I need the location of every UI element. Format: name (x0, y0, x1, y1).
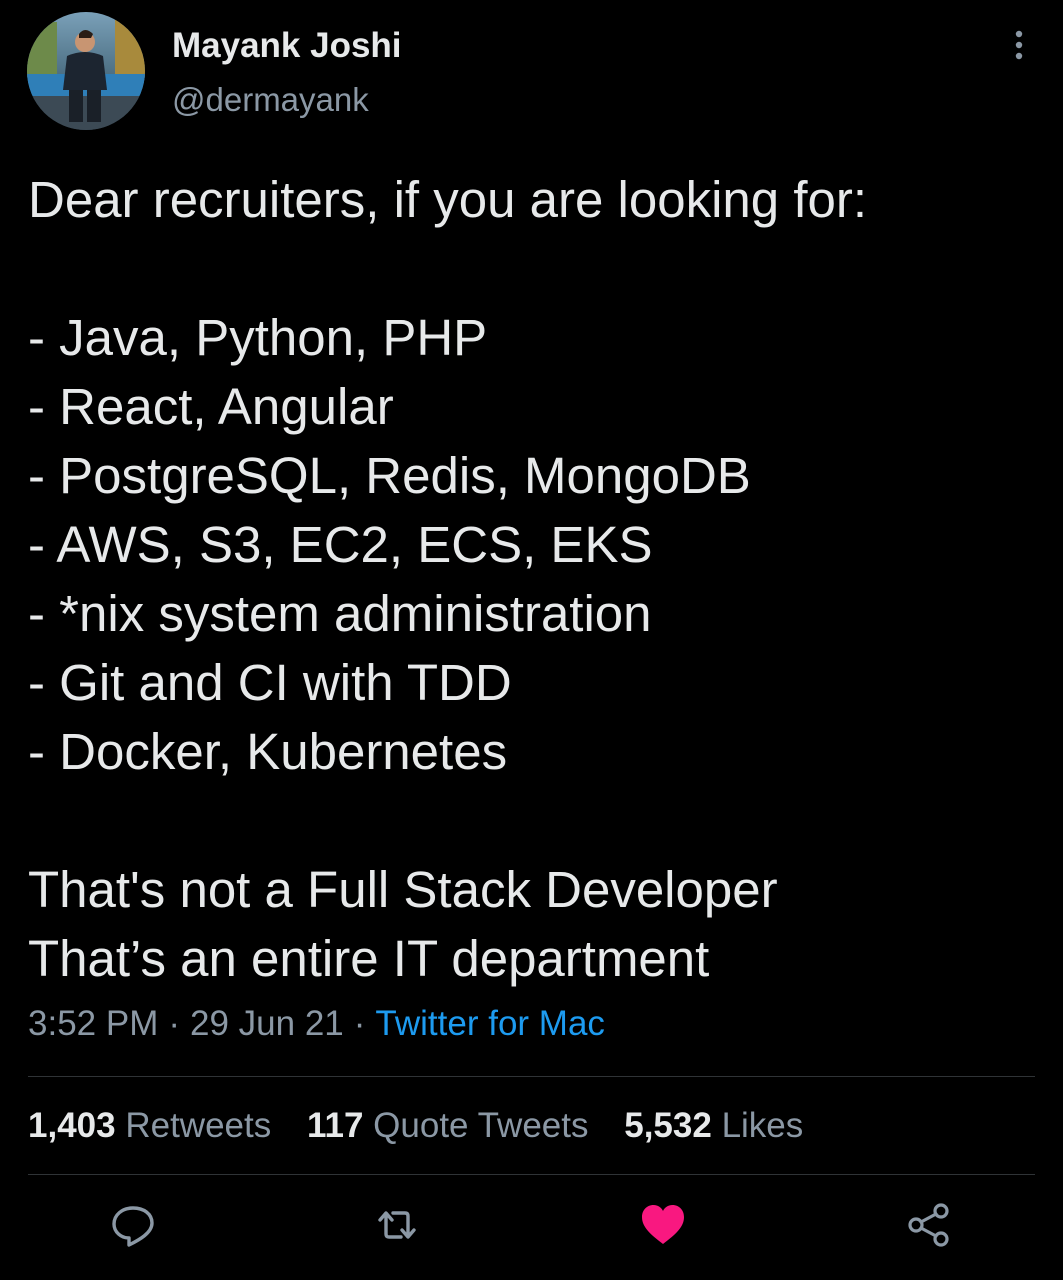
retweets-stat[interactable]: 1,403 Retweets (28, 1106, 271, 1146)
tweet-line: - React, Angular (28, 378, 394, 435)
tweet-stats: 1,403 Retweets 117 Quote Tweets 5,532 Li… (28, 1106, 829, 1146)
divider (28, 1076, 1035, 1077)
share-icon (908, 1203, 949, 1247)
heart-icon (642, 1205, 684, 1244)
avatar-photo (27, 12, 145, 130)
tweet-line: That's not a Full Stack Developer (28, 861, 778, 918)
tweet-line: - Java, Python, PHP (28, 309, 488, 366)
retweets-label: Retweets (125, 1106, 272, 1145)
likes-label: Likes (721, 1106, 804, 1145)
share-button[interactable] (904, 1200, 954, 1250)
tweet-line: - *nix system administration (28, 585, 652, 642)
tweet-source-link[interactable]: Twitter for Mac (375, 1004, 604, 1043)
likes-count: 5,532 (624, 1106, 712, 1145)
quote-tweets-count: 117 (306, 1106, 364, 1145)
avatar[interactable] (27, 12, 145, 130)
retweets-count: 1,403 (28, 1106, 116, 1145)
like-button[interactable] (638, 1200, 688, 1250)
reply-button[interactable] (108, 1200, 158, 1250)
tweet-meta: 3:52 PM · 29 Jun 21 · Twitter for Mac (28, 1004, 605, 1044)
tweet-line: - Docker, Kubernetes (28, 723, 508, 780)
likes-stat[interactable]: 5,532 Likes (624, 1106, 803, 1146)
retweet-icon (378, 1211, 416, 1239)
tweet-line: That’s an entire IT department (28, 930, 710, 987)
tweet-line: - AWS, S3, EC2, ECS, EKS (28, 516, 653, 573)
tweet-date[interactable]: 29 Jun 21 (190, 1004, 344, 1043)
more-options-icon[interactable] (1004, 28, 1034, 64)
tweet-line: - PostgreSQL, Redis, MongoDB (28, 447, 751, 504)
action-bar (0, 1200, 1063, 1256)
author-handle[interactable]: @dermayank (172, 81, 369, 119)
tweet-time[interactable]: 3:52 PM (28, 1004, 158, 1043)
reply-icon (112, 1206, 154, 1247)
tweet-text: Dear recruiters, if you are looking for:… (28, 165, 1038, 993)
tweet-line: Dear recruiters, if you are looking for: (28, 171, 868, 228)
divider (28, 1174, 1035, 1175)
meta-separator: · (353, 1004, 366, 1043)
quote-tweets-stat[interactable]: 117 Quote Tweets (307, 1106, 589, 1146)
quote-tweets-label: Quote Tweets (373, 1106, 589, 1145)
author-name[interactable]: Mayank Joshi (172, 26, 402, 66)
retweet-button[interactable] (372, 1200, 422, 1250)
meta-separator: · (168, 1004, 181, 1043)
tweet-line: - Git and CI with TDD (28, 654, 512, 711)
